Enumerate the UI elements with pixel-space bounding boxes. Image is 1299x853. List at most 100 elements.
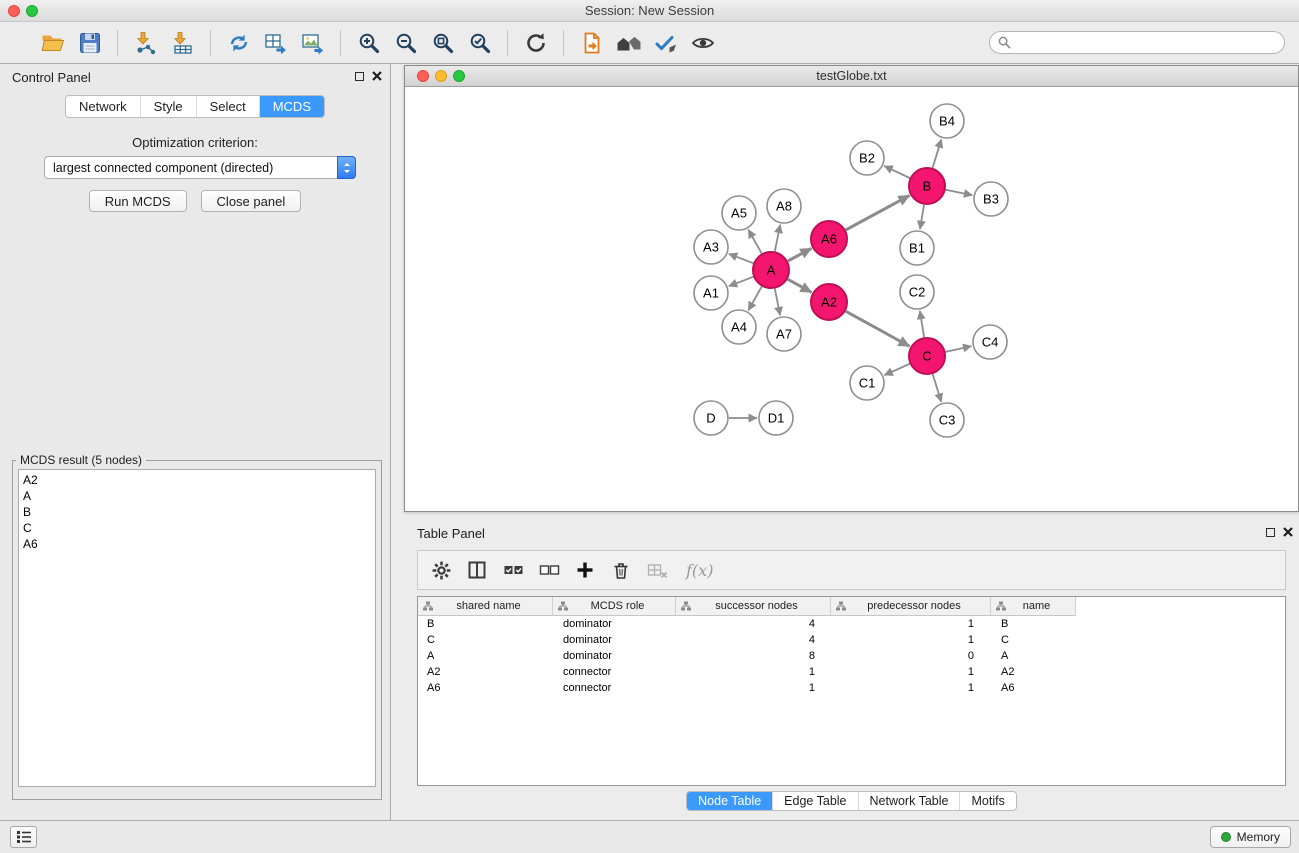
- column-header-successor-nodes[interactable]: successor nodes: [676, 597, 831, 616]
- table-row[interactable]: A6connector11A6: [418, 680, 1285, 696]
- zoom-selected-button[interactable]: [461, 27, 498, 59]
- show-panels-button[interactable]: [10, 826, 37, 848]
- zoom-in-button[interactable]: [350, 27, 387, 59]
- graph-node-A6[interactable]: A6: [811, 221, 847, 257]
- result-item[interactable]: B: [23, 504, 371, 520]
- graph-edge-B-B1[interactable]: [920, 205, 924, 229]
- graph-node-A5[interactable]: A5: [722, 196, 756, 230]
- select-all-button[interactable]: [498, 555, 528, 585]
- dropdown-stepper-icon[interactable]: [337, 156, 356, 179]
- delete-column-button[interactable]: [606, 555, 636, 585]
- float-panel-icon[interactable]: [1266, 528, 1275, 537]
- graph-edge-B-B2[interactable]: [884, 166, 910, 178]
- show-hide-button[interactable]: [684, 27, 721, 59]
- table-row[interactable]: Cdominator41C: [418, 632, 1285, 648]
- graph-edge-C-C4[interactable]: [946, 346, 972, 352]
- graph-node-C2[interactable]: C2: [900, 275, 934, 309]
- mcds-result-list[interactable]: A2ABCA6: [18, 469, 376, 787]
- close-panel-icon[interactable]: [1283, 527, 1293, 537]
- graph-node-C3[interactable]: C3: [930, 403, 964, 437]
- export-image-button[interactable]: [294, 27, 331, 59]
- graph-node-C[interactable]: C: [909, 338, 945, 374]
- graph-node-D1[interactable]: D1: [759, 401, 793, 435]
- result-item[interactable]: A: [23, 488, 371, 504]
- export-table-button[interactable]: [257, 27, 294, 59]
- graph-edge-A6-B[interactable]: [846, 196, 910, 231]
- open-session-button[interactable]: [34, 27, 71, 59]
- column-header-predecessor-nodes[interactable]: predecessor nodes: [831, 597, 991, 616]
- graph-edge-A-A2[interactable]: [788, 279, 812, 292]
- tab-select[interactable]: Select: [196, 96, 259, 117]
- tab-motifs[interactable]: Motifs: [959, 792, 1015, 810]
- graph-node-C1[interactable]: C1: [850, 366, 884, 400]
- graph-node-B2[interactable]: B2: [850, 141, 884, 175]
- export-network-button[interactable]: [220, 27, 257, 59]
- graph-edge-A-A5[interactable]: [748, 230, 761, 254]
- graph-edge-B-B4[interactable]: [933, 139, 942, 168]
- graph-node-A1[interactable]: A1: [694, 276, 728, 310]
- network-zoom-button[interactable]: [453, 70, 465, 82]
- tab-node-table[interactable]: Node Table: [687, 792, 772, 810]
- network-close-button[interactable]: [417, 70, 429, 82]
- close-window-button[interactable]: [8, 5, 20, 17]
- search-input[interactable]: [1016, 36, 1276, 50]
- graph-node-A2[interactable]: A2: [811, 284, 847, 320]
- show-column-button[interactable]: [462, 555, 492, 585]
- search-box[interactable]: [989, 31, 1285, 54]
- tab-mcds[interactable]: MCDS: [259, 96, 324, 117]
- column-header-shared-name[interactable]: shared name: [418, 597, 553, 616]
- delete-table-button[interactable]: [642, 555, 672, 585]
- graph-node-D[interactable]: D: [694, 401, 728, 435]
- close-panel-icon[interactable]: [372, 71, 382, 81]
- import-table-button[interactable]: [164, 27, 201, 59]
- network-overview-button[interactable]: [610, 27, 647, 59]
- memory-button[interactable]: Memory: [1210, 826, 1291, 848]
- table-row[interactable]: Adominator80A: [418, 648, 1285, 664]
- graph-node-A[interactable]: A: [753, 252, 789, 288]
- graph-edge-C-C3[interactable]: [933, 374, 942, 402]
- graph-node-B[interactable]: B: [909, 168, 945, 204]
- table-settings-button[interactable]: [426, 555, 456, 585]
- network-minimize-button[interactable]: [435, 70, 447, 82]
- network-window-titlebar[interactable]: testGlobe.txt: [405, 66, 1298, 87]
- network-graph[interactable]: B4B2BB3A5A8A6B1A3AC2A1A2A4A7C4CC1C3DD1: [405, 87, 1298, 511]
- graph-node-A8[interactable]: A8: [767, 189, 801, 223]
- result-item[interactable]: C: [23, 520, 371, 536]
- apply-layout-button[interactable]: [517, 27, 554, 59]
- result-item[interactable]: A2: [23, 472, 371, 488]
- float-panel-icon[interactable]: [355, 72, 364, 81]
- table-row[interactable]: Bdominator41B: [418, 616, 1285, 632]
- graph-node-A3[interactable]: A3: [694, 230, 728, 264]
- graph-edge-C-C2[interactable]: [920, 311, 924, 337]
- tab-network-table[interactable]: Network Table: [858, 792, 960, 810]
- zoom-fit-button[interactable]: [424, 27, 461, 59]
- graph-edge-A-A4[interactable]: [748, 287, 761, 311]
- table-row[interactable]: A2connector11A2: [418, 664, 1285, 680]
- zoom-out-button[interactable]: [387, 27, 424, 59]
- snapshot-button[interactable]: [573, 27, 610, 59]
- graph-edge-A-A6[interactable]: [788, 248, 812, 261]
- network-canvas[interactable]: B4B2BB3A5A8A6B1A3AC2A1A2A4A7C4CC1C3DD1: [405, 87, 1298, 511]
- graph-edge-A-A8[interactable]: [775, 225, 780, 252]
- graph-edge-A-A7[interactable]: [775, 289, 780, 316]
- graph-edge-C-C1[interactable]: [884, 364, 909, 375]
- zoom-window-button[interactable]: [26, 5, 38, 17]
- graph-node-B4[interactable]: B4: [930, 104, 964, 138]
- optimization-criterion-dropdown[interactable]: largest connected component (directed): [44, 156, 356, 179]
- graph-edge-A2-C[interactable]: [846, 311, 910, 346]
- add-column-button[interactable]: [570, 555, 600, 585]
- graph-edge-A-A3[interactable]: [729, 254, 754, 263]
- close-panel-button[interactable]: Close panel: [201, 190, 302, 212]
- tab-edge-table[interactable]: Edge Table: [772, 792, 857, 810]
- deselect-all-button[interactable]: [534, 555, 564, 585]
- graph-node-A7[interactable]: A7: [767, 317, 801, 351]
- graph-edge-B-B3[interactable]: [946, 190, 973, 195]
- graph-edge-A-A1[interactable]: [729, 277, 754, 286]
- save-session-button[interactable]: [71, 27, 108, 59]
- graph-node-C4[interactable]: C4: [973, 325, 1007, 359]
- graph-node-A4[interactable]: A4: [722, 310, 756, 344]
- result-item[interactable]: A6: [23, 536, 371, 552]
- import-network-button[interactable]: [127, 27, 164, 59]
- column-header-MCDS-role[interactable]: MCDS role: [553, 597, 676, 616]
- run-mcds-button[interactable]: Run MCDS: [89, 190, 187, 212]
